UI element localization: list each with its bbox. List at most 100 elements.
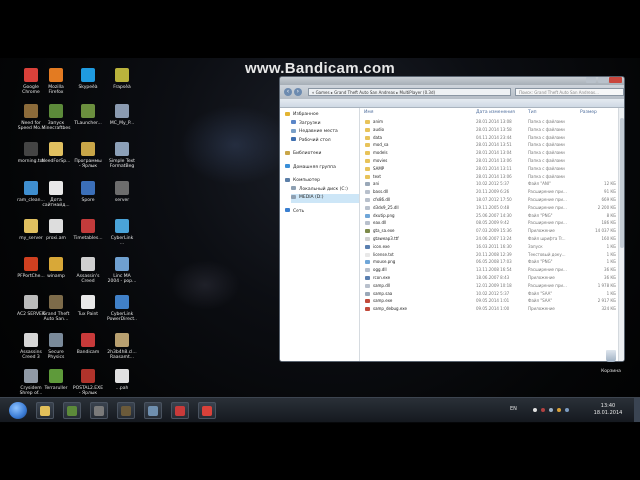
dll-icon	[365, 205, 370, 210]
nav-item[interactable]: Домашняя группа	[285, 164, 359, 173]
desktop-icon-mc-skin[interactable]: MC_My_P...	[104, 104, 140, 126]
tray-flag-icon[interactable]	[533, 408, 537, 412]
scrollbar-thumb[interactable]	[620, 118, 624, 248]
column-header-type[interactable]: Тип	[528, 110, 537, 115]
desktop-icon-bandicam[interactable]: Bandicam	[70, 333, 106, 355]
nav-item[interactable]: MEDIA (D:)	[291, 194, 359, 203]
taskbar-minecraft-button[interactable]	[63, 402, 81, 419]
file-row[interactable]: ogg.dll 13.11.2008 16:54 Расширение при...…	[360, 266, 624, 274]
taskbar-bandicam-button[interactable]	[171, 402, 189, 419]
desktop-icon-timetables[interactable]: Timetables...	[70, 219, 106, 241]
tray-network-icon[interactable]	[549, 408, 553, 412]
desktop-icon-proxies[interactable]: proxi.am	[38, 219, 74, 241]
tray-clock[interactable]: 13:40 18.01.2014	[588, 403, 628, 417]
file-row[interactable]: d3dx9_25.dll 19.11.2005 0:48 Расширение пр…	[360, 204, 624, 212]
file-row[interactable]: text 28.01.2014 13:06 Папка с файлами	[360, 173, 624, 181]
desktop-icon-minecraft-launcher[interactable]: Запуск Minecraftbes	[38, 104, 74, 131]
file-row[interactable]: samp.exe 09.05.2014 1:01 Файл "SAA" 2 917 К…	[360, 297, 624, 305]
desktop-icon-terraria[interactable]: Terraruller	[38, 369, 74, 391]
tray-volume-icon[interactable]	[557, 408, 561, 412]
desktop-icon-skype[interactable]: Skypeèà	[70, 68, 106, 90]
desktop-icon-postal[interactable]: POSTAL2.EXE - Ярлык	[70, 369, 106, 396]
wallpaper-glow	[180, 105, 290, 185]
file-row[interactable]: rcon.exe 18.06.2007 8:43 Приложение 36 КБ	[360, 274, 624, 282]
show-desktop-button[interactable]	[634, 398, 640, 422]
desktop-icon-cyberlink-power[interactable]: CyberLink PowerDirect..	[104, 295, 140, 322]
tray-power-icon[interactable]	[565, 408, 569, 412]
desktop-icon-cyberlink[interactable]: CyberLink ...	[104, 219, 140, 246]
calendar-icon	[81, 219, 95, 233]
file-row[interactable]: SAMP 28.01.2014 13:11 Папка с файлами	[360, 165, 624, 173]
dll-icon	[365, 198, 370, 202]
desktop-icon-simple-text[interactable]: Simple Text FormatBeg	[104, 142, 140, 169]
file-row[interactable]: eax.dll 08.05.2009 9:42 Расширение при... 1…	[360, 219, 624, 227]
column-header-date[interactable]: Дата изменения	[476, 110, 515, 115]
nav-item[interactable]: Избранное	[285, 111, 359, 120]
tray-bandicam-icon[interactable]	[541, 408, 545, 412]
file-row[interactable]: license.txt 20.11.2008 12:39 Текстовый док…	[360, 251, 624, 259]
taskbar-chrome-button[interactable]	[198, 402, 216, 419]
desktop-icon-fraps[interactable]: Frapsèà	[104, 68, 140, 90]
nav-item[interactable]: Недавние места	[291, 128, 359, 137]
column-header-name[interactable]: Имя	[364, 110, 373, 115]
maximize-button[interactable]	[598, 77, 608, 83]
desktop-icon-server[interactable]: server	[104, 181, 140, 203]
file-row[interactable]: gta_sa.exe 07.03.2009 15:36 Приложение 14 0…	[360, 227, 624, 235]
taskbar-explorer-button[interactable]	[36, 402, 54, 419]
taskbar-winamp-button[interactable]	[90, 402, 108, 419]
file-row[interactable]: audio 28.01.2014 13:58 Папка с файлами	[360, 126, 624, 134]
file-row[interactable]: models 28.01.2014 13:04 Папка с файлами	[360, 149, 624, 157]
desktop-icon-secure-physics[interactable]: Secure Physics	[38, 333, 74, 360]
file-row[interactable]: samp.saa 10.02.2012 5:37 Файл "SAA" 1 КБ	[360, 290, 624, 298]
desktop-icon-mozilla-firefox[interactable]: Mozilla Firefox	[38, 68, 74, 95]
desktop-icon-tux-paint[interactable]: Tux Paint	[70, 295, 106, 317]
file-row[interactable]: samp_debug.exe 09.05.2014 1:00 Приложение 3…	[360, 305, 624, 313]
nav-item[interactable]: Компьютер	[285, 177, 359, 186]
back-arrow-icon[interactable]: ‹	[284, 88, 292, 96]
recycle-bin[interactable]	[601, 350, 621, 368]
desktop-icon-ms-office[interactable]: Linc MA 2004 - pop...	[104, 257, 140, 284]
language-indicator[interactable]: EN	[510, 406, 517, 412]
file-row[interactable]: movies 28.01.2014 13:06 Папка с файлами	[360, 157, 624, 165]
file-row[interactable]: anim 28.01.2014 13:08 Папка с файлами	[360, 118, 624, 126]
desktop-icon-pah[interactable]: ...pah	[104, 369, 140, 391]
column-header-size[interactable]: Размер	[580, 110, 597, 115]
forward-arrow-icon[interactable]: ›	[293, 88, 302, 96]
taskbar-network-button[interactable]	[144, 402, 162, 419]
nav-item[interactable]: Библиотеки	[285, 150, 359, 159]
nav-item[interactable]: Загрузки	[291, 120, 359, 129]
file-row[interactable]: samp.dll 12.01.2009 10:18 Расширение при..…	[360, 282, 624, 290]
taskbar-minecraft-2-button[interactable]	[117, 402, 135, 419]
taskbar-start-button[interactable]	[9, 402, 27, 419]
desktop-icon-gta-sa[interactable]: Grand Theft Auto San...	[38, 295, 74, 322]
file-row[interactable]: cfx86.dll 18.07.2012 17:50 Расширение при.…	[360, 196, 624, 204]
file-row[interactable]: dxutip.png 25.06.2007 14:30 Файл "PNG" 8 КБ	[360, 212, 624, 220]
desktop-icon-need-for-sp-folder[interactable]: NeedForSp...	[38, 142, 74, 164]
nav-item[interactable]: Сеть	[285, 208, 359, 217]
file-row[interactable]: icon.exe 16.03.2011 16:30 Запуск 1 КБ	[360, 243, 624, 251]
file-size: 186 КБ	[601, 220, 617, 226]
nav-item[interactable]: Рабочий стол	[291, 137, 359, 146]
close-button[interactable]	[609, 77, 622, 83]
search-input[interactable]: Поиск: Grand Theft Auto San Andreas...	[514, 88, 624, 96]
desktop-icon-tlauncher[interactable]: TLauncher...	[70, 104, 106, 126]
nav-item[interactable]: Локальный диск (C:)	[291, 186, 359, 195]
minimize-button[interactable]	[586, 77, 596, 83]
desktop-icon-file-doc[interactable]: Дота сайтмайд...	[38, 181, 74, 208]
explorer-window[interactable]: ‹ › « Games ▸ Grand Theft Auto San Andre…	[279, 76, 625, 362]
desktop-icon-spore[interactable]: Spore	[70, 181, 106, 203]
file-row[interactable]: bass.dll 20.11.2009 6:26 Расширение при...…	[360, 188, 624, 196]
desktop-icon-winamp[interactable]: winamp	[38, 257, 74, 279]
file-row[interactable]: mod_sa 28.01.2014 13:51 Папка с файлами	[360, 141, 624, 149]
file-row[interactable]: gtaweap3.ttf 24.06.2007 13:24 Файл шрифта …	[360, 235, 624, 243]
file-row[interactable]: ani 10.02.2012 5:37 Файл "ANI" 12 КБ	[360, 180, 624, 188]
desktop-icon-programs-shortcut[interactable]: Программы - Ярлык	[70, 142, 106, 169]
address-bar[interactable]: « Games ▸ Grand Theft Auto San Andreas ▸…	[307, 88, 511, 96]
window-titlebar[interactable]	[280, 77, 624, 85]
file-row[interactable]: mouse.png 06.05.2008 17:03 Файл "PNG" 1 КБ	[360, 258, 624, 266]
vertical-scrollbar[interactable]	[618, 108, 624, 361]
file-row[interactable]: data 04.11.2014 23:44 Папка с файлами	[360, 134, 624, 142]
desktop-icon-zip-file[interactable]: 2h3b4h8.cl... Raasamt...	[104, 333, 140, 360]
desktop-icon-assassins-creed[interactable]: Assassin's Creed	[70, 257, 106, 284]
folder-icon	[365, 151, 370, 156]
